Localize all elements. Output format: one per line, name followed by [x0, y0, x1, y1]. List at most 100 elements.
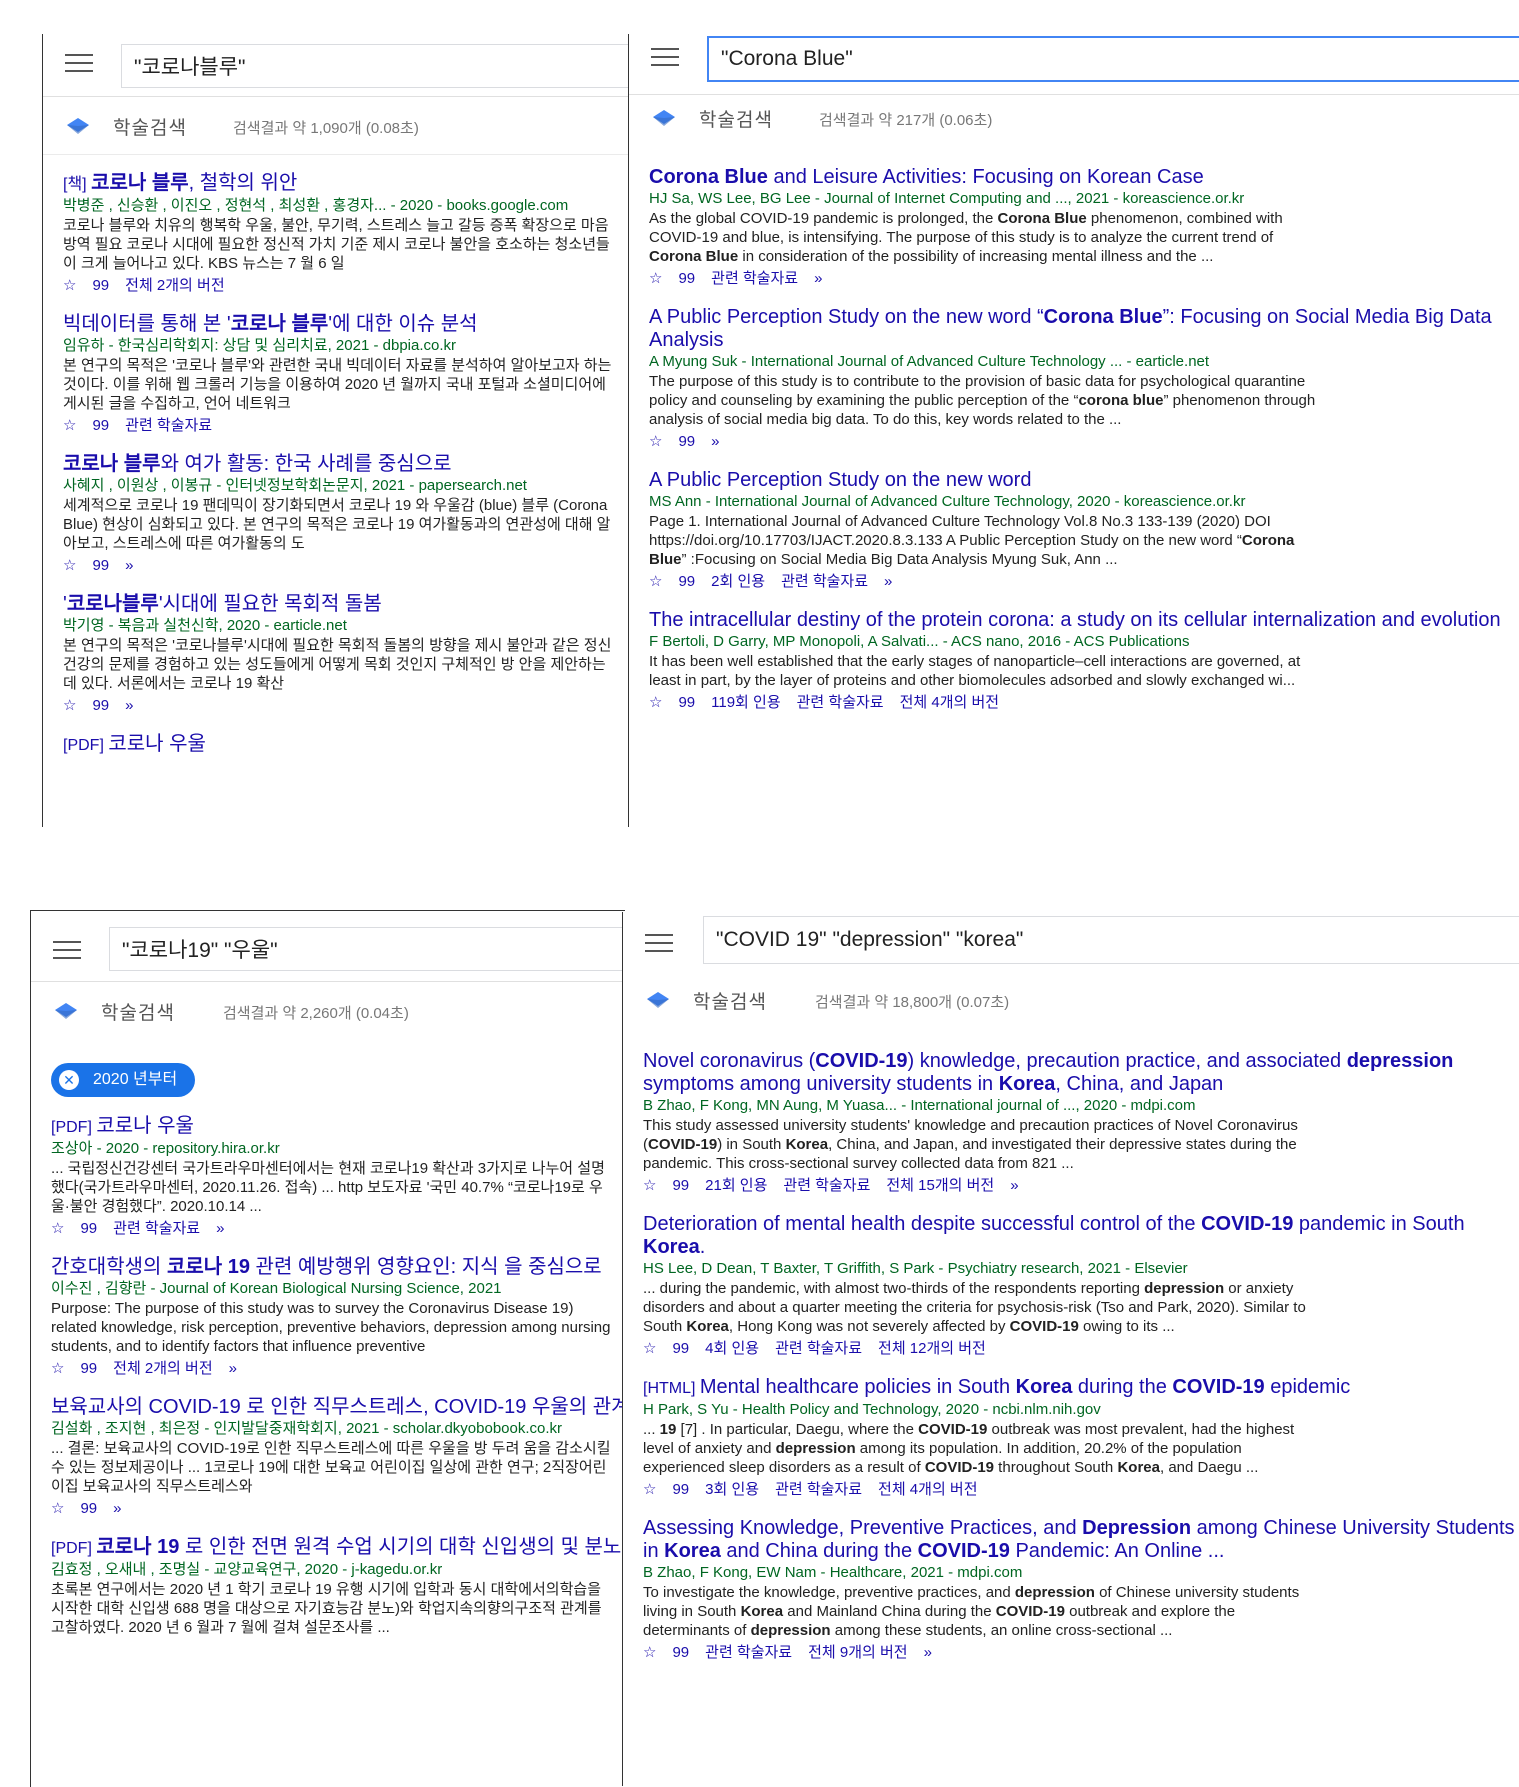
cite-icon[interactable]: 99	[80, 1500, 97, 1517]
result-title-link[interactable]: [PDF] 코로나 우울	[63, 733, 631, 757]
result-actions: ☆ 99 »	[649, 429, 1519, 455]
action-link[interactable]: 3회 인용	[705, 1481, 759, 1498]
scholar-label[interactable]: 학술검색	[699, 105, 773, 132]
more-icon[interactable]: »	[113, 1500, 121, 1517]
cite-icon[interactable]: 99	[678, 694, 695, 711]
panel-korean-corona-blue: 학술검색 검색결과 약 1,090개 (0.08초) [책] 코로나 블루, 철…	[42, 34, 631, 827]
more-icon[interactable]: »	[1010, 1177, 1018, 1194]
result-title-link[interactable]: 빅데이터를 통해 본 '코로나 블루'에 대한 이슈 분석	[63, 313, 631, 336]
star-icon[interactable]: ☆	[643, 1340, 656, 1357]
text-run: Deterioration of mental health despite s…	[643, 1213, 1202, 1235]
text-run: A Public Perception Study on the new wor…	[649, 469, 1032, 491]
search-result: Assessing Knowledge, Preventive Practice…	[643, 1517, 1519, 1666]
more-icon[interactable]: »	[814, 270, 822, 287]
action-link[interactable]: 전체 12개의 버전	[878, 1340, 986, 1357]
star-icon[interactable]: ☆	[51, 1500, 64, 1517]
result-title-link[interactable]: Corona Blue and Leisure Activities: Focu…	[649, 166, 1519, 189]
cite-icon[interactable]: 99	[92, 417, 109, 434]
result-title-link[interactable]: 코로나 블루와 여가 활동: 한국 사례를 중심으로	[63, 453, 631, 476]
text-run: , China, and Japan	[1055, 1073, 1224, 1095]
action-link[interactable]: 관련 학술자료	[775, 1481, 862, 1498]
star-icon[interactable]: ☆	[649, 573, 662, 590]
action-link[interactable]: 전체 4개의 버전	[900, 694, 999, 711]
action-link[interactable]: 21회 인용	[705, 1177, 767, 1194]
action-link[interactable]: 2회 인용	[711, 573, 765, 590]
menu-icon[interactable]	[53, 941, 81, 961]
menu-icon[interactable]	[645, 934, 673, 954]
action-link[interactable]: 관련 학술자료	[113, 1220, 200, 1237]
scholar-label[interactable]: 학술검색	[113, 113, 187, 140]
result-title-link[interactable]: 간호대학생의 코로나 19 관련 예방행위 영향요인: 지식 을 중심으로	[51, 1256, 625, 1279]
star-icon[interactable]: ☆	[649, 433, 662, 450]
result-title-link[interactable]: '코로나블루'시대에 필요한 목회적 돌봄	[63, 593, 631, 616]
action-link[interactable]: 관련 학술자료	[711, 270, 798, 287]
cite-icon[interactable]: 99	[80, 1360, 97, 1377]
cite-icon[interactable]: 99	[678, 573, 695, 590]
cite-icon[interactable]: 99	[672, 1340, 689, 1357]
action-link[interactable]: 전체 15개의 버전	[886, 1177, 994, 1194]
scholar-label[interactable]: 학술검색	[693, 987, 767, 1014]
action-link[interactable]: 관련 학술자료	[783, 1177, 870, 1194]
result-title-link[interactable]: [책] 코로나 블루, 철학의 위안	[63, 172, 631, 196]
more-icon[interactable]: »	[924, 1644, 932, 1661]
cite-icon[interactable]: 99	[92, 557, 109, 574]
cite-icon[interactable]: 99	[92, 277, 109, 294]
star-icon[interactable]: ☆	[63, 697, 76, 714]
year-filter-chip[interactable]: ✕ 2020 년부터	[51, 1063, 196, 1097]
result-title-link[interactable]: The intracellular destiny of the protein…	[649, 609, 1519, 632]
action-link[interactable]: 관련 학술자료	[125, 417, 212, 434]
cite-icon[interactable]: 99	[672, 1644, 689, 1661]
cite-icon[interactable]: 99	[80, 1220, 97, 1237]
search-input[interactable]	[109, 927, 625, 971]
cite-icon[interactable]: 99	[672, 1177, 689, 1194]
star-icon[interactable]: ☆	[643, 1481, 656, 1498]
highlight-term: Korea	[998, 1073, 1056, 1095]
more-icon[interactable]: »	[216, 1220, 224, 1237]
result-title-link[interactable]: [PDF] 코로나 우울	[51, 1115, 625, 1139]
action-link[interactable]: 관련 학술자료	[705, 1644, 792, 1661]
result-title-link[interactable]: 보육교사의 COVID-19 로 인한 직무스트레스, COVID-19 우울의…	[51, 1396, 625, 1419]
cite-icon[interactable]: 99	[672, 1481, 689, 1498]
action-link[interactable]: 전체 2개의 버전	[125, 277, 224, 294]
search-input[interactable]	[707, 36, 1519, 82]
star-icon[interactable]: ☆	[643, 1644, 656, 1661]
star-icon[interactable]: ☆	[51, 1360, 64, 1377]
more-icon[interactable]: »	[711, 433, 719, 450]
star-icon[interactable]: ☆	[643, 1177, 656, 1194]
more-icon[interactable]: »	[884, 573, 892, 590]
result-actions: ☆ 99 관련 학술자료 전체 9개의 버전 »	[643, 1640, 1519, 1666]
result-title-link[interactable]: A Public Perception Study on the new wor…	[649, 306, 1519, 352]
cite-icon[interactable]: 99	[92, 697, 109, 714]
result-title-link[interactable]: Deterioration of mental health despite s…	[643, 1213, 1519, 1259]
result-title-link[interactable]: [HTML] Mental healthcare policies in Sou…	[643, 1376, 1519, 1400]
action-link[interactable]: 전체 9개의 버전	[808, 1644, 907, 1661]
action-link[interactable]: 관련 학술자료	[797, 694, 884, 711]
star-icon[interactable]: ☆	[63, 417, 76, 434]
star-icon[interactable]: ☆	[51, 1220, 64, 1237]
action-link[interactable]: 4회 인용	[705, 1340, 759, 1357]
action-link[interactable]: 119회 인용	[711, 694, 780, 711]
more-icon[interactable]: »	[125, 697, 133, 714]
result-title-link[interactable]: [PDF] 코로나 19 로 인한 전면 원격 수업 시기의 대학 신입생의 및…	[51, 1536, 625, 1560]
close-icon[interactable]: ✕	[59, 1070, 79, 1090]
more-icon[interactable]: »	[229, 1360, 237, 1377]
scholar-label[interactable]: 학술검색	[101, 998, 175, 1025]
star-icon[interactable]: ☆	[63, 557, 76, 574]
action-link[interactable]: 관련 학술자료	[775, 1340, 862, 1357]
result-title-link[interactable]: A Public Perception Study on the new wor…	[649, 469, 1519, 492]
cite-icon[interactable]: 99	[678, 433, 695, 450]
result-title-link[interactable]: Assessing Knowledge, Preventive Practice…	[643, 1517, 1519, 1563]
more-icon[interactable]: »	[125, 557, 133, 574]
star-icon[interactable]: ☆	[649, 694, 662, 711]
menu-icon[interactable]	[651, 48, 679, 68]
search-input[interactable]	[121, 44, 631, 88]
result-title-link[interactable]: Novel coronavirus (COVID-19) knowledge, …	[643, 1050, 1519, 1096]
action-link[interactable]: 전체 2개의 버전	[113, 1360, 212, 1377]
star-icon[interactable]: ☆	[649, 270, 662, 287]
star-icon[interactable]: ☆	[63, 277, 76, 294]
action-link[interactable]: 전체 4개의 버전	[878, 1481, 977, 1498]
action-link[interactable]: 관련 학술자료	[781, 573, 868, 590]
search-input[interactable]	[703, 916, 1519, 964]
menu-icon[interactable]	[65, 54, 93, 74]
cite-icon[interactable]: 99	[678, 270, 695, 287]
